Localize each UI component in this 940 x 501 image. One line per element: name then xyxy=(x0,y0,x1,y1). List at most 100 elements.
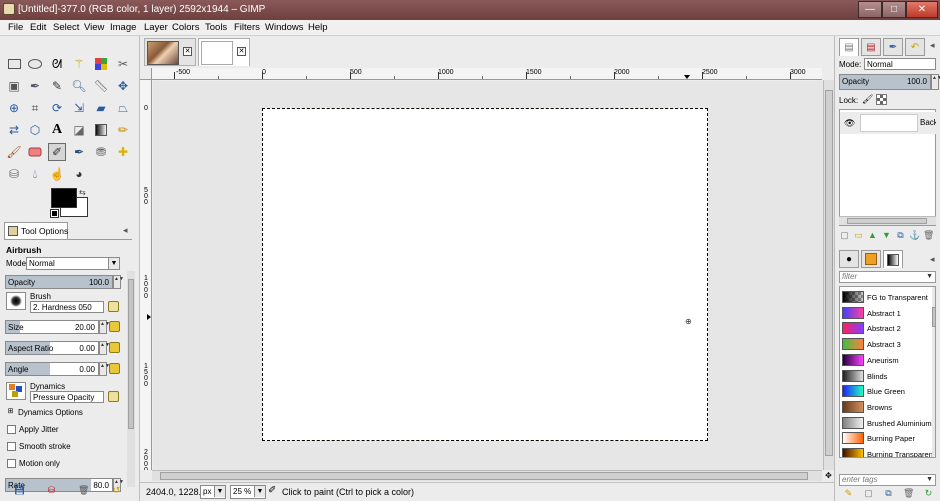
lock-pixels-icon[interactable]: 🖌︎ xyxy=(862,94,873,105)
motion-only-checkbox[interactable] xyxy=(7,459,16,468)
expander-icon[interactable]: ⊞ xyxy=(6,408,15,417)
tab-gradients[interactable] xyxy=(883,250,903,268)
tab-patterns[interactable] xyxy=(861,250,881,268)
close-icon[interactable]: ✕ xyxy=(183,47,192,56)
gradient-list-item[interactable]: Aneurism xyxy=(840,353,930,368)
bucket-fill-icon[interactable]: ◪ xyxy=(70,121,88,139)
close-window-button[interactable]: ✕ xyxy=(906,1,938,18)
layer-mode-select[interactable]: Normal xyxy=(864,58,936,70)
mode-select[interactable]: Normal ▼ xyxy=(26,257,120,270)
minimize-button[interactable]: — xyxy=(858,1,882,18)
layer-opacity-slider[interactable]: Opacity 100.0 xyxy=(839,74,931,90)
menu-select[interactable]: Select xyxy=(53,22,79,33)
paths-icon[interactable]: ✒ xyxy=(26,77,44,95)
cage-icon[interactable]: ⬡ xyxy=(26,121,44,139)
image-canvas[interactable] xyxy=(262,108,708,441)
menu-edit[interactable]: Edit xyxy=(30,22,46,33)
size-slider[interactable]: Size 20.00 xyxy=(5,320,99,334)
panel-menu-icon[interactable]: ◂ xyxy=(123,225,128,236)
ellipse-select-icon[interactable] xyxy=(26,55,44,73)
menu-layer[interactable]: Layer xyxy=(144,22,168,33)
perspective-icon[interactable]: ⏢ xyxy=(114,99,132,117)
menu-image[interactable]: Image xyxy=(110,22,136,33)
lower-layer-icon[interactable]: ▼ xyxy=(881,230,892,241)
menu-filters[interactable]: Filters xyxy=(234,22,260,33)
zoom-icon[interactable]: 🔍︎ xyxy=(70,77,88,95)
raise-layer-icon[interactable]: ▲ xyxy=(867,230,878,241)
delete-layer-icon[interactable]: 🗑︎ xyxy=(923,230,934,241)
apply-jitter-checkbox[interactable] xyxy=(7,425,16,434)
menu-colors[interactable]: Colors xyxy=(172,22,199,33)
lock-alpha-icon[interactable] xyxy=(876,94,887,105)
tab-tool-options[interactable]: Tool Options xyxy=(4,222,68,239)
vertical-scrollbar[interactable] xyxy=(823,80,834,470)
select-by-color-icon[interactable] xyxy=(92,55,110,73)
menu-tools[interactable]: Tools xyxy=(205,22,227,33)
edit-brush-icon[interactable] xyxy=(108,301,119,312)
save-options-icon[interactable]: 💾︎ xyxy=(14,485,25,496)
gradient-list-item[interactable]: FG to Transparent xyxy=(840,290,930,305)
anchor-layer-icon[interactable]: ⚓ xyxy=(909,230,920,241)
rotate-icon[interactable]: ⟳ xyxy=(48,99,66,117)
horizontal-ruler[interactable]: -500 0 500 1000 1500 2000 2500 3000 xyxy=(152,68,822,80)
duplicate-gradient-icon[interactable]: ⧉ xyxy=(883,488,894,499)
pencil-icon[interactable]: ✏ xyxy=(114,121,132,139)
flip-icon[interactable]: ⇄ xyxy=(5,121,23,139)
default-colors-icon[interactable] xyxy=(50,209,59,218)
brush-select[interactable]: 2. Hardness 050 xyxy=(30,301,104,313)
paintbrush-icon[interactable]: 🖌︎ xyxy=(5,143,23,161)
measure-icon[interactable]: 📏︎ xyxy=(92,77,110,95)
heal-icon[interactable]: ✚ xyxy=(114,143,132,161)
aspect-ratio-slider[interactable]: Aspect Ratio 0.00 xyxy=(5,341,99,355)
eraser-icon[interactable] xyxy=(26,143,44,161)
dodge-burn-icon[interactable]: ◕ xyxy=(70,165,88,183)
scissors-icon[interactable]: ✂ xyxy=(114,55,132,73)
duplicate-layer-icon[interactable]: ⧉ xyxy=(895,230,906,241)
rect-select-icon[interactable] xyxy=(5,55,23,73)
gradient-list-item[interactable]: Brushed Aluminium xyxy=(840,416,932,431)
edit-gradient-icon[interactable]: ✎ xyxy=(843,488,854,499)
foreground-color-swatch[interactable] xyxy=(51,188,77,208)
image-tab-untitled[interactable]: ✕ xyxy=(198,38,250,66)
horizontal-scrollbar[interactable] xyxy=(152,470,822,481)
gradient-list-item[interactable]: Burning Paper xyxy=(840,431,930,446)
smooth-stroke-checkbox[interactable] xyxy=(7,442,16,451)
shear-icon[interactable]: ▰ xyxy=(92,99,110,117)
quick-mask-toggle[interactable] xyxy=(140,68,152,80)
layer-name[interactable]: Background xyxy=(920,118,936,127)
brush-preview[interactable] xyxy=(6,292,26,310)
delete-gradient-icon[interactable]: 🗑︎ xyxy=(903,488,914,499)
layer-list-scrollbar[interactable] xyxy=(839,216,936,225)
visibility-eye-icon[interactable]: 👁︎ xyxy=(844,118,855,129)
dynamics-options-label[interactable]: Dynamics Options xyxy=(18,408,83,417)
size-spinner[interactable]: ▲▼ xyxy=(99,320,110,334)
edit-dynamics-icon[interactable] xyxy=(108,391,119,402)
close-icon[interactable]: ✕ xyxy=(237,47,246,56)
zoom-select[interactable]: 25 % ▼ xyxy=(230,485,266,499)
text-tool-icon[interactable]: A xyxy=(48,121,66,139)
menu-file[interactable]: File xyxy=(8,22,23,33)
tool-options-scrollbar[interactable] xyxy=(127,271,135,487)
menu-windows[interactable]: Windows xyxy=(265,22,304,33)
swap-colors-icon[interactable]: ⇆ xyxy=(79,188,86,197)
gradient-list-item[interactable]: Browns xyxy=(840,400,930,415)
dynamics-preview[interactable] xyxy=(6,382,26,400)
panel-menu-icon[interactable]: ◂ xyxy=(930,254,935,265)
tab-brushes[interactable]: ● xyxy=(839,250,859,268)
tab-channels[interactable]: ▤ xyxy=(861,38,881,56)
blend-icon[interactable] xyxy=(92,121,110,139)
smudge-icon[interactable]: ☝ xyxy=(48,165,66,183)
fuzzy-select-icon[interactable]: ⚚ xyxy=(70,55,88,73)
reset-options-icon[interactable]: ↺ xyxy=(111,485,122,496)
gradient-list-item[interactable]: Abstract 2 xyxy=(840,321,930,336)
airbrush-icon[interactable]: ✐ xyxy=(48,143,66,161)
refresh-gradients-icon[interactable]: ↻ xyxy=(923,488,934,499)
layer-row[interactable]: 👁︎ Background xyxy=(840,112,936,134)
delete-options-icon[interactable]: 🗑︎ xyxy=(78,485,89,496)
tab-layers[interactable]: ▤ xyxy=(839,38,859,56)
opacity-spinner[interactable]: ▲▼ xyxy=(113,275,124,289)
restore-options-icon[interactable]: ⛁ xyxy=(46,485,57,496)
tab-undo-history[interactable]: ↶ xyxy=(905,38,925,56)
gradient-list-item[interactable]: Abstract 3 xyxy=(840,337,930,352)
reset-size-icon[interactable] xyxy=(109,321,120,332)
